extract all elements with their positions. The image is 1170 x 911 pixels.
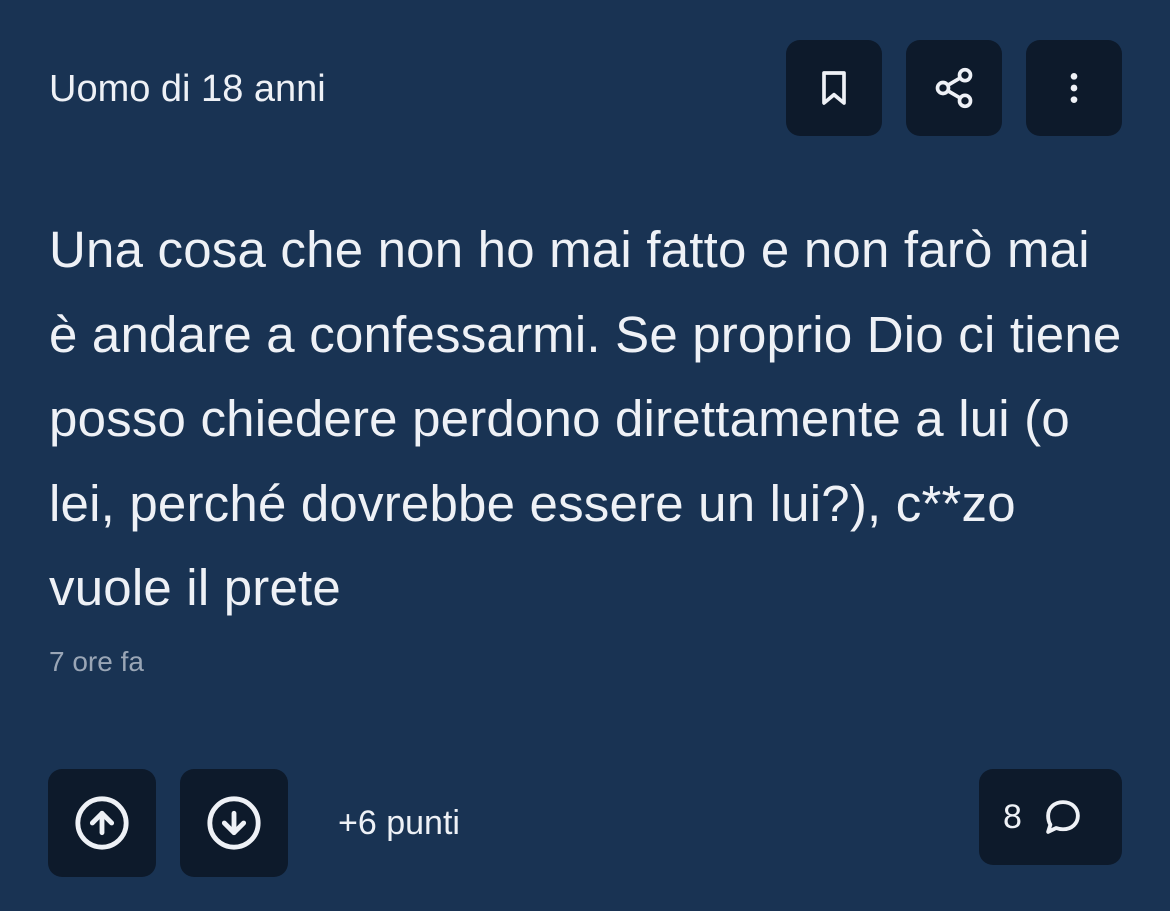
post-score: +6 punti xyxy=(338,804,460,842)
comment-bubble-icon xyxy=(1042,796,1084,838)
comments-button[interactable]: 8 xyxy=(979,769,1122,865)
share-button[interactable] xyxy=(906,40,1002,136)
post-author: Uomo di 18 anni xyxy=(49,68,326,110)
arrow-up-circle-icon xyxy=(73,794,131,852)
upvote-button[interactable] xyxy=(48,769,156,877)
post-timestamp: 7 ore fa xyxy=(49,646,144,677)
post-card: Uomo di 18 anni Una cosa che non ho mai … xyxy=(0,0,1170,911)
downvote-button[interactable] xyxy=(180,769,288,877)
bookmark-icon xyxy=(814,68,854,108)
comments-count: 8 xyxy=(1003,798,1022,836)
post-body: Una cosa che non ho mai fatto e non farò… xyxy=(49,221,1122,616)
bookmark-button[interactable] xyxy=(786,40,882,136)
arrow-down-circle-icon xyxy=(205,794,263,852)
more-options-button[interactable] xyxy=(1026,40,1122,136)
more-vertical-icon xyxy=(1054,68,1094,108)
share-icon xyxy=(932,66,976,110)
